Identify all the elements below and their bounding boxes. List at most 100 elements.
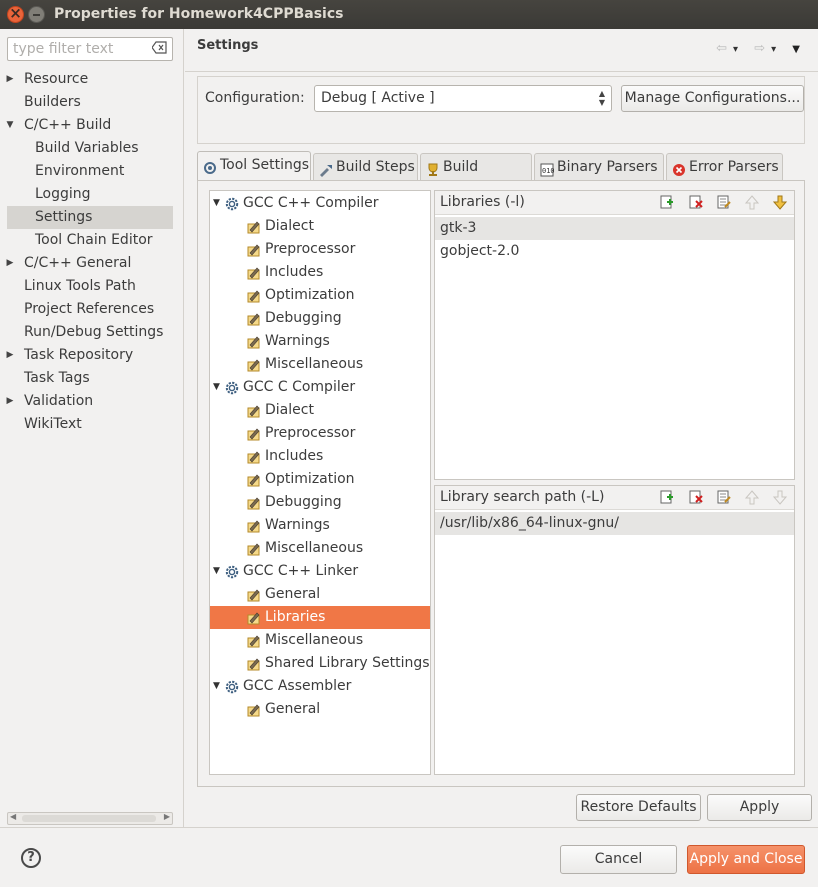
clear-filter-icon[interactable] (151, 41, 167, 56)
tree-item-warnings[interactable]: Warnings (210, 514, 430, 537)
back-arrow-icon[interactable]: ⇦ (716, 41, 733, 56)
apply-and-close-button[interactable]: Apply and Close (687, 845, 805, 874)
forward-arrow-icon[interactable]: ⇨ (754, 41, 771, 56)
gear-icon (225, 564, 239, 579)
scrollbar-thumb[interactable] (22, 815, 156, 822)
tree-item-includes[interactable]: Includes (210, 445, 430, 468)
option-icon (247, 633, 261, 648)
tree-item-miscellaneous[interactable]: Miscellaneous (210, 353, 430, 376)
collapse-arrow-icon[interactable]: ▼ (213, 675, 223, 698)
delete-icon[interactable] (689, 195, 703, 210)
list-item[interactable]: /usr/lib/x86_64-linux-gnu/ (435, 512, 794, 535)
cancel-button[interactable]: Cancel (560, 845, 677, 874)
expand-arrow-icon[interactable]: ▶ (5, 68, 15, 91)
nav-item-task-tags[interactable]: Task Tags (0, 367, 184, 390)
tree-item-label: Debugging (265, 494, 342, 510)
tree-item-debugging[interactable]: Debugging (210, 491, 430, 514)
add-icon[interactable] (660, 490, 674, 505)
nav-item-validation[interactable]: ▶ Validation (0, 390, 184, 413)
option-icon (247, 288, 261, 303)
nav-item-logging[interactable]: Logging (7, 183, 173, 206)
library-paths-panel: Library search path (-L) /usr/lib/x86_64… (434, 485, 795, 775)
edit-icon[interactable] (717, 195, 731, 210)
tab-binary-parsers[interactable]: 010 Binary Parsers (534, 153, 664, 180)
back-menu-icon[interactable]: ▾ (733, 44, 744, 55)
nav-item-linux-tools-path[interactable]: Linux Tools Path (0, 275, 184, 298)
move-up-icon[interactable] (744, 490, 760, 505)
collapse-arrow-icon[interactable]: ▼ (213, 376, 223, 399)
tree-item-label: GCC C++ Compiler (243, 195, 379, 211)
tree-item-includes[interactable]: Includes (210, 261, 430, 284)
tree-item-general[interactable]: General (210, 583, 430, 606)
move-up-icon[interactable] (744, 195, 760, 210)
tree-item-optimization[interactable]: Optimization (210, 468, 430, 491)
nav-item-project-references[interactable]: Project References (0, 298, 184, 321)
tree-item-shared-library-settings[interactable]: Shared Library Settings (210, 652, 430, 675)
edit-icon[interactable] (717, 490, 731, 505)
build-artifact-icon (426, 160, 440, 176)
tree-item-gcc-c-linker[interactable]: ▼ GCC C++ Linker (210, 560, 430, 583)
tree-item-warnings[interactable]: Warnings (210, 330, 430, 353)
nav-item-tool-chain-editor[interactable]: Tool Chain Editor (7, 229, 173, 252)
tree-item-libraries[interactable]: Libraries (210, 606, 430, 629)
tree-item-gcc-assembler[interactable]: ▼ GCC Assembler (210, 675, 430, 698)
tree-item-general[interactable]: General (210, 698, 430, 721)
tree-item-preprocessor[interactable]: Preprocessor (210, 422, 430, 445)
tab-build-steps[interactable]: Build Steps (313, 153, 418, 180)
move-down-icon[interactable] (772, 195, 788, 210)
library-paths-panel-header: Library search path (-L) (435, 486, 794, 510)
nav-item-c-c-build[interactable]: ▼ C/C++ Build (0, 114, 184, 137)
tree-item-debugging[interactable]: Debugging (210, 307, 430, 330)
tree-item-dialect[interactable]: Dialect (210, 215, 430, 238)
configuration-select[interactable]: Debug [ Active ] ▲ ▼ (314, 85, 612, 112)
tab-error-parsers[interactable]: Error Parsers (666, 153, 783, 180)
nav-item-task-repository[interactable]: ▶ Task Repository (0, 344, 184, 367)
expand-arrow-icon[interactable]: ▶ (5, 252, 15, 275)
collapse-arrow-icon[interactable]: ▼ (213, 192, 223, 215)
move-down-icon[interactable] (772, 490, 788, 505)
tree-item-preprocessor[interactable]: Preprocessor (210, 238, 430, 261)
nav-item-build-variables[interactable]: Build Variables (7, 137, 173, 160)
tree-item-label: GCC C++ Linker (243, 563, 359, 579)
list-item[interactable]: gobject-2.0 (435, 240, 794, 263)
tree-item-label: Miscellaneous (265, 356, 364, 372)
restore-defaults-button[interactable]: Restore Defaults (576, 794, 701, 821)
delete-icon[interactable] (689, 490, 703, 505)
help-icon[interactable]: ? (21, 848, 41, 868)
nav-item-environment[interactable]: Environment (7, 160, 173, 183)
option-icon (247, 403, 261, 418)
list-item[interactable]: gtk-3 (435, 217, 794, 240)
manage-configurations-button[interactable]: Manage Configurations... (621, 85, 804, 112)
tree-item-miscellaneous[interactable]: Miscellaneous (210, 629, 430, 652)
tree-item-gcc-c-compiler[interactable]: ▼ GCC C Compiler (210, 376, 430, 399)
nav-item-run-debug-settings[interactable]: Run/Debug Settings (0, 321, 184, 344)
nav-item-label: C/C++ Build (24, 117, 112, 133)
nav-item-wikitext[interactable]: WikiText (0, 413, 184, 436)
collapse-arrow-icon[interactable]: ▼ (5, 114, 15, 137)
apply-button[interactable]: Apply (707, 794, 812, 821)
tree-item-miscellaneous[interactable]: Miscellaneous (210, 537, 430, 560)
filter-input[interactable]: type filter text (7, 37, 173, 61)
tree-item-dialect[interactable]: Dialect (210, 399, 430, 422)
scroll-right-icon[interactable]: ▶ (164, 812, 170, 821)
close-window-button[interactable] (7, 4, 24, 23)
expand-arrow-icon[interactable]: ▶ (5, 344, 15, 367)
tab-build-artifact[interactable]: Build Artifact (420, 153, 532, 201)
tree-item-gcc-c-compiler[interactable]: ▼ GCC C++ Compiler (210, 192, 430, 215)
tab-tool-settings[interactable]: Tool Settings (197, 151, 311, 181)
add-icon[interactable] (660, 195, 674, 210)
forward-menu-icon[interactable]: ▾ (771, 44, 782, 55)
horizontal-scrollbar[interactable]: ◀ ▶ (7, 812, 173, 825)
nav-item-builders[interactable]: Builders (0, 91, 184, 114)
nav-item-c-c-general[interactable]: ▶ C/C++ General (0, 252, 184, 275)
option-icon (247, 472, 261, 487)
tree-item-label: Dialect (265, 402, 314, 418)
tree-item-optimization[interactable]: Optimization (210, 284, 430, 307)
view-menu-icon[interactable]: ▼ (792, 44, 806, 55)
nav-item-settings[interactable]: Settings (7, 206, 173, 229)
scroll-left-icon[interactable]: ◀ (10, 812, 16, 821)
collapse-arrow-icon[interactable]: ▼ (213, 560, 223, 583)
minimize-window-button[interactable] (28, 6, 45, 23)
nav-item-resource[interactable]: ▶ Resource (0, 68, 184, 91)
expand-arrow-icon[interactable]: ▶ (5, 390, 15, 413)
